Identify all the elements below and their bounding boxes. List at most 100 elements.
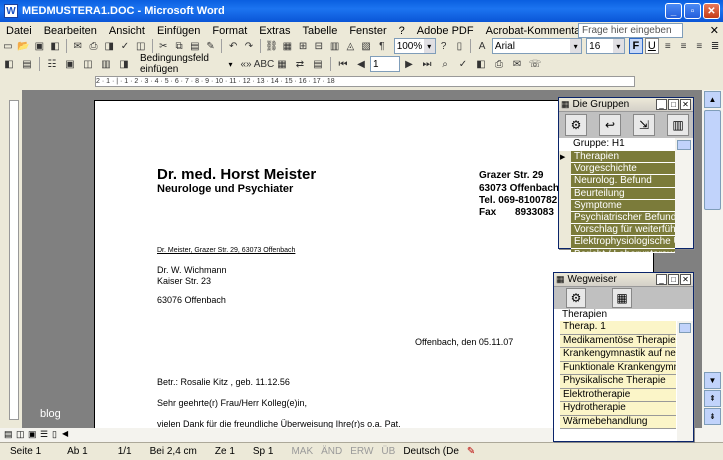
groups-scrollbar[interactable] xyxy=(675,138,693,248)
merge-email-icon[interactable]: ✉ xyxy=(509,56,525,72)
spelling-status-icon[interactable]: ✎ xyxy=(467,446,475,457)
wegweiser-item[interactable]: Medikamentöse Therapie xyxy=(560,334,676,348)
menu-fenster[interactable]: Fenster xyxy=(343,25,392,37)
date-line[interactable]: Offenbach, den 05.11.07 xyxy=(415,337,513,347)
font-select[interactable]: Arial ▾ xyxy=(491,38,583,54)
insert-address-icon[interactable]: ▣ xyxy=(62,56,78,72)
groups-return-icon[interactable]: ↩ xyxy=(599,114,621,136)
recipient-street[interactable]: Kaiser Str. 23 xyxy=(157,276,211,286)
letterhead-fax-label[interactable]: Fax xyxy=(479,207,496,218)
merge-printer-icon[interactable]: ⎙ xyxy=(491,56,507,72)
normal-view-icon[interactable]: ▤ xyxy=(4,429,13,440)
recipients-icon[interactable]: ☷ xyxy=(44,56,60,72)
record-number-input[interactable]: 1 xyxy=(370,56,400,72)
hyperlink-icon[interactable]: ⛓ xyxy=(265,38,279,54)
open-icon[interactable]: 📂 xyxy=(17,38,31,54)
underline-button[interactable]: U xyxy=(644,38,659,54)
groups-tree-icon[interactable]: ⚙ xyxy=(565,114,587,136)
wegweiser-tree-icon[interactable]: ⚙ xyxy=(566,288,586,308)
wegweiser-item[interactable]: Physikalische Therapie xyxy=(560,375,676,389)
next-page-icon[interactable]: ⇟ xyxy=(704,408,721,425)
letterhead-phone[interactable]: Tel. 069-8100782 xyxy=(479,195,557,206)
wegweiser-panel-titlebar[interactable]: ▦ Wegweiser _ □ ✕ xyxy=(554,273,693,287)
status-erw[interactable]: ERW xyxy=(350,446,373,457)
recipient-name[interactable]: Dr. W. Wichmann xyxy=(157,265,227,275)
horizontal-ruler[interactable]: 2 · 1 · | · 1 · 2 · 3 · 4 · 5 · 6 · 7 · … xyxy=(0,74,723,90)
letterhead-specialty[interactable]: Neurologe und Psychiater xyxy=(157,183,293,195)
menu-einfuegen[interactable]: Einfügen xyxy=(151,25,206,37)
close-button[interactable]: ✕ xyxy=(703,3,720,19)
save-icon[interactable]: ▣ xyxy=(33,38,47,54)
recipient-city[interactable]: 63076 Offenbach xyxy=(157,295,226,305)
wegweiser-item[interactable]: Elektrotherapie xyxy=(560,388,676,402)
undo-icon[interactable]: ↶ xyxy=(226,38,240,54)
new-doc-icon[interactable]: ▭ xyxy=(1,38,15,54)
menu-adobe-pdf[interactable]: Adobe PDF xyxy=(411,25,480,37)
merge-field-codes-icon[interactable]: «» xyxy=(238,56,254,72)
prev-page-icon[interactable]: ⇞ xyxy=(704,390,721,407)
view-merged-icon[interactable]: ABC xyxy=(254,56,275,72)
zoom-select[interactable]: 100% ▾ xyxy=(393,38,436,54)
justify-icon[interactable]: ≣ xyxy=(708,38,722,54)
groups-books-icon[interactable]: ▥ xyxy=(667,114,689,136)
status-ueb[interactable]: ÜB xyxy=(381,446,395,457)
insert-excel-icon[interactable]: ⊟ xyxy=(312,38,326,54)
redo-icon[interactable]: ↷ xyxy=(242,38,256,54)
match-fields-icon[interactable]: ⇄ xyxy=(292,56,308,72)
letterhead-fax-number[interactable]: 8933083 xyxy=(515,207,554,218)
menu-bearbeiten[interactable]: Bearbeiten xyxy=(38,25,103,37)
status-aend[interactable]: ÄND xyxy=(321,446,342,457)
subject-line[interactable]: Betr.: Rosalie Kitz , geb. 11.12.56 xyxy=(157,377,290,387)
format-painter-icon[interactable]: ✎ xyxy=(204,38,218,54)
show-hide-icon[interactable]: ¶ xyxy=(375,38,389,54)
align-center-icon[interactable]: ≡ xyxy=(677,38,691,54)
groups-item[interactable]: Psychiatrischer Befund xyxy=(571,211,675,225)
menu-ansicht[interactable]: Ansicht xyxy=(103,25,151,37)
word-app-icon[interactable]: W xyxy=(4,4,18,18)
groups-insert-icon[interactable]: ⇲ xyxy=(633,114,655,136)
groups-minimize-icon[interactable]: _ xyxy=(656,99,667,110)
align-right-icon[interactable]: ≡ xyxy=(692,38,706,54)
wegweiser-minimize-icon[interactable]: _ xyxy=(656,274,667,285)
web-view-icon[interactable]: ◫ xyxy=(16,429,25,440)
sender-line[interactable]: Dr. Meister, Grazer Str. 29, 63073 Offen… xyxy=(157,247,295,254)
wegweiser-item[interactable]: Wärmebehandlung xyxy=(560,415,676,429)
wegweiser-maximize-icon[interactable]: □ xyxy=(668,274,679,285)
menu-format[interactable]: Format xyxy=(206,25,253,37)
merge-new-doc-icon[interactable]: ◧ xyxy=(473,56,489,72)
body-text[interactable]: vielen Dank für die freundliche Überweis… xyxy=(157,419,401,428)
doc-map-icon[interactable]: ▧ xyxy=(359,38,373,54)
status-mak[interactable]: MAK xyxy=(291,446,313,457)
vertical-ruler[interactable] xyxy=(0,90,22,428)
salutation[interactable]: Sehr geehrte(r) Frau/Herr Kolleg(e)in, xyxy=(157,398,307,408)
groups-item[interactable]: Vorschlag für weiterführende xyxy=(571,224,675,237)
find-entry-icon[interactable]: ⌕ xyxy=(437,56,453,72)
check-errors-icon[interactable]: ✓ xyxy=(455,56,471,72)
groups-item[interactable]: Therapien xyxy=(571,151,675,164)
highlight-fields-icon[interactable]: ▦ xyxy=(274,56,290,72)
last-record-icon[interactable]: ⏭ xyxy=(419,56,435,72)
letterhead-city[interactable]: 63073 Offenbach xyxy=(479,183,559,194)
groups-item[interactable]: Beurteilung xyxy=(571,187,675,200)
wegweiser-item[interactable]: Krankengymnastik auf neurop xyxy=(560,348,676,362)
research-icon[interactable]: ◫ xyxy=(134,38,148,54)
columns-icon[interactable]: ▥ xyxy=(328,38,342,54)
propagate-labels-icon[interactable]: ▤ xyxy=(310,56,326,72)
scroll-thumb[interactable] xyxy=(704,110,721,210)
vertical-scrollbar[interactable]: ▲ ▼ ⇞ ⇟ xyxy=(702,90,723,428)
scroll-left-icon[interactable]: ◀ xyxy=(62,429,68,438)
main-doc-setup-icon[interactable]: ◧ xyxy=(1,56,17,72)
wegweiser-scrollbar[interactable] xyxy=(677,321,693,441)
email-icon[interactable]: ✉ xyxy=(71,38,85,54)
outline-view-icon[interactable]: ☰ xyxy=(40,429,48,440)
wegweiser-close-icon[interactable]: ✕ xyxy=(680,274,691,285)
minimize-button[interactable]: _ xyxy=(665,3,682,19)
spelling-icon[interactable]: ✓ xyxy=(118,38,132,54)
prev-record-icon[interactable]: ◀ xyxy=(353,56,369,72)
groups-close-icon[interactable]: ✕ xyxy=(680,99,691,110)
menu-datei[interactable]: Datei xyxy=(0,25,38,37)
first-record-icon[interactable]: ⏮ xyxy=(335,56,351,72)
insert-fields-icon[interactable]: ▥ xyxy=(98,56,114,72)
merge-fax-icon[interactable]: ☏ xyxy=(527,56,543,72)
maximize-button[interactable]: ▫ xyxy=(684,3,701,19)
